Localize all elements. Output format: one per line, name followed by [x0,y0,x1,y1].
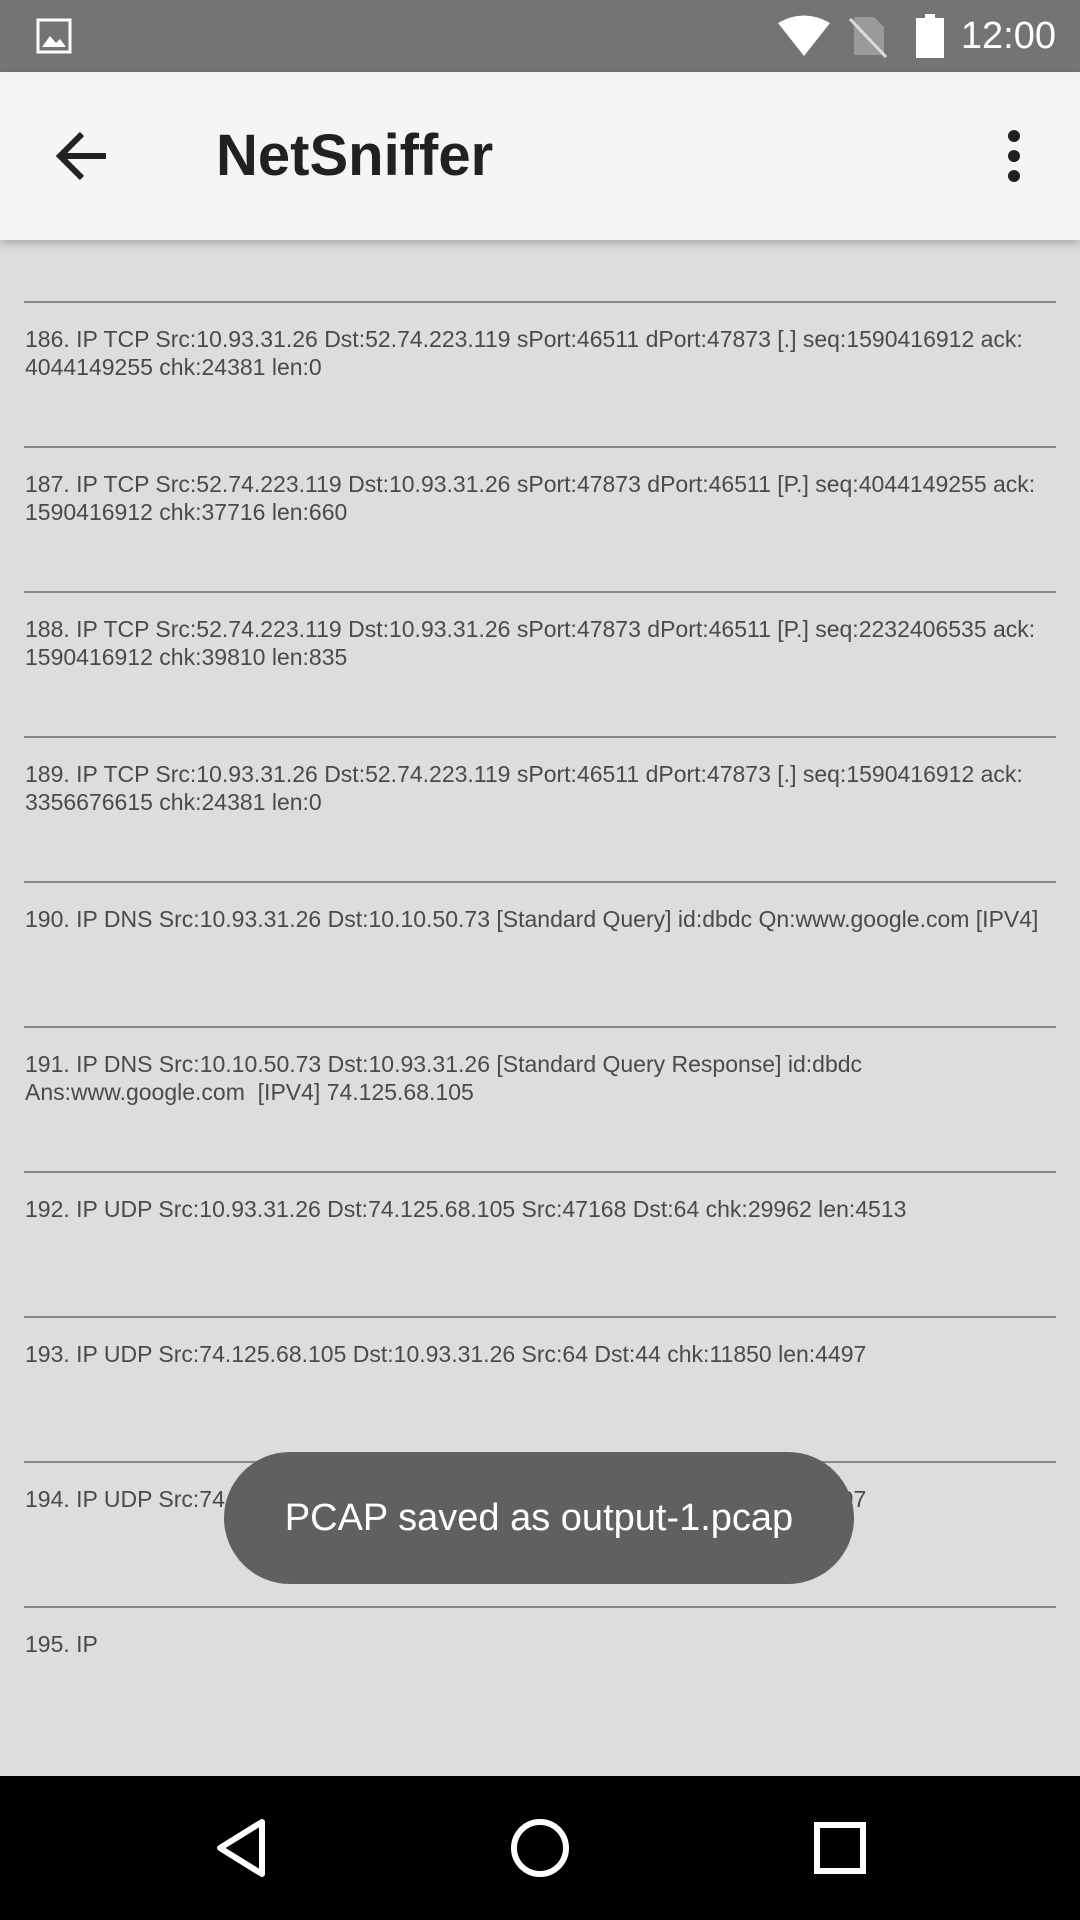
battery-icon [916,14,944,58]
packet-row[interactable]: 189. IP TCP Src:10.93.31.26 Dst:52.74.22… [24,736,1056,881]
packet-text: 192. IP UDP Src:10.93.31.26 Dst:74.125.6… [25,1196,907,1222]
app-title: NetSniffer [216,123,494,188]
packet-text: 186. IP TCP Src:10.93.31.26 Dst:52.74.22… [25,326,1023,380]
arrow-back-icon[interactable] [48,120,120,192]
gallery-icon [36,18,72,54]
nav-back-icon[interactable] [206,1812,278,1884]
status-bar: 12:00 [0,0,1080,72]
navigation-bar [0,1776,1080,1920]
packet-row[interactable]: 191. IP DNS Src:10.10.50.73 Dst:10.93.31… [24,1026,1056,1171]
packet-text: 195. IP [25,1631,98,1657]
toast-message: PCAP saved as output-1.pcap [284,1496,794,1539]
packet-row[interactable]: 192. IP UDP Src:10.93.31.26 Dst:74.125.6… [24,1171,1056,1316]
packet-row[interactable]: 186. IP TCP Src:10.93.31.26 Dst:52.74.22… [24,301,1056,446]
packet-row[interactable]: 193. IP UDP Src:74.125.68.105 Dst:10.93.… [24,1316,1056,1461]
packet-text: 190. IP DNS Src:10.93.31.26 Dst:10.10.50… [25,906,1039,932]
nav-recents-icon[interactable] [804,1812,876,1884]
status-time: 12:00 [960,15,1056,57]
no-sim-icon [848,17,888,59]
nav-home-icon[interactable] [504,1812,576,1884]
packet-text: 189. IP TCP Src:10.93.31.26 Dst:52.74.22… [25,761,1023,815]
packet-row[interactable]: 190. IP DNS Src:10.93.31.26 Dst:10.10.50… [24,881,1056,1026]
app-bar: NetSniffer [0,72,1080,240]
packet-text: 193. IP UDP Src:74.125.68.105 Dst:10.93.… [25,1341,867,1367]
toast: PCAP saved as output-1.pcap [224,1452,854,1584]
packet-text: 187. IP TCP Src:52.74.223.119 Dst:10.93.… [25,471,1036,525]
packet-text: 188. IP TCP Src:52.74.223.119 Dst:10.93.… [25,616,1036,670]
packet-row[interactable]: 195. IP [24,1606,1056,1751]
wifi-icon [778,15,830,56]
more-vert-icon[interactable] [990,120,1038,192]
packet-row[interactable]: 187. IP TCP Src:52.74.223.119 Dst:10.93.… [24,446,1056,591]
packet-text: 191. IP DNS Src:10.10.50.73 Dst:10.93.31… [25,1051,863,1105]
packet-row[interactable]: 188. IP TCP Src:52.74.223.119 Dst:10.93.… [24,591,1056,736]
